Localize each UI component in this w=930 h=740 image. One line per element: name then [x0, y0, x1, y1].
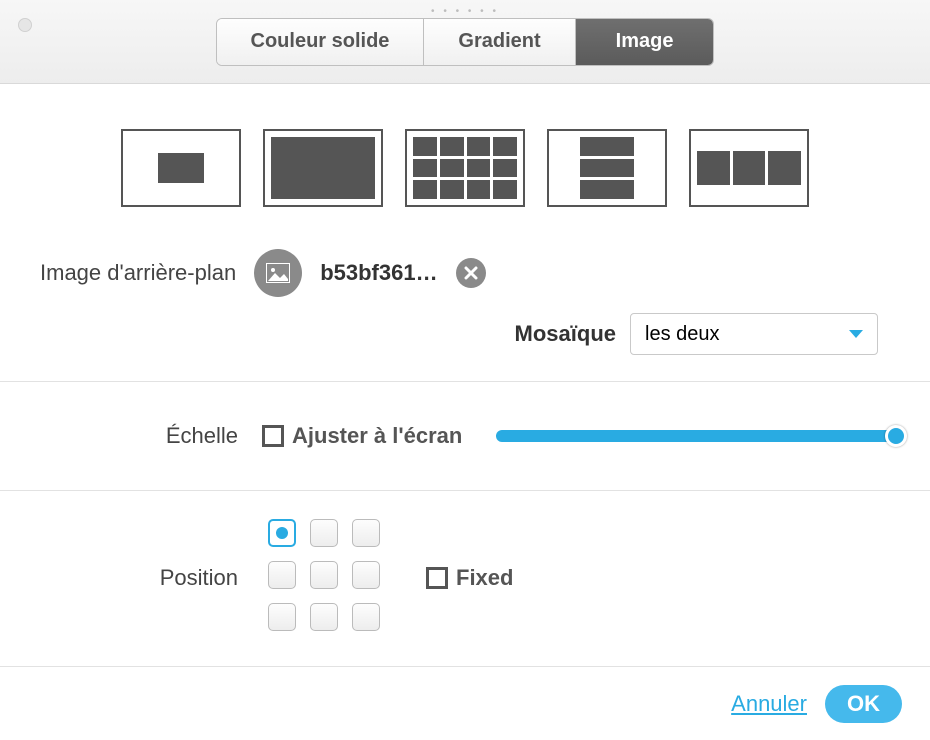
fit-screen-label: Ajuster à l'écran: [292, 423, 462, 449]
fixed-label: Fixed: [456, 565, 513, 591]
tab-image[interactable]: Image: [576, 19, 714, 65]
dialog-window: • • • • • • Couleur solide Gradient Imag…: [0, 0, 930, 740]
fit-screen-wrapper: Ajuster à l'écran: [262, 423, 462, 449]
background-image-section: Image d'arrière-plan b53bf361… Mosaïque …: [0, 237, 930, 382]
position-bottom-center[interactable]: [310, 603, 338, 631]
position-label: Position: [0, 565, 238, 591]
layout-center-button[interactable]: [121, 129, 241, 207]
position-top-right[interactable]: [352, 519, 380, 547]
background-image-label: Image d'arrière-plan: [40, 260, 236, 286]
position-bottom-left[interactable]: [268, 603, 296, 631]
position-middle-right[interactable]: [352, 561, 380, 589]
position-middle-left[interactable]: [268, 561, 296, 589]
layout-tile-horizontal-button[interactable]: [689, 129, 809, 207]
echelle-section: Échelle Ajuster à l'écran: [0, 382, 930, 491]
slider-track: [496, 430, 896, 442]
position-bottom-right[interactable]: [352, 603, 380, 631]
fixed-checkbox[interactable]: [426, 567, 448, 589]
mosaique-select[interactable]: les deux: [630, 313, 878, 355]
tab-segmented-control: Couleur solide Gradient Image: [216, 18, 715, 66]
scale-slider[interactable]: [496, 416, 896, 456]
position-top-left[interactable]: [268, 519, 296, 547]
remove-image-button[interactable]: [456, 258, 486, 288]
position-middle-center[interactable]: [310, 561, 338, 589]
mosaique-row: Mosaïque les deux: [40, 313, 890, 355]
position-section: Position Fixed: [0, 491, 930, 671]
echelle-label: Échelle: [0, 423, 238, 449]
tab-solid-color[interactable]: Couleur solide: [217, 19, 425, 65]
image-layout-options: [0, 84, 930, 237]
position-grid: [268, 519, 386, 637]
slider-thumb-icon[interactable]: [885, 425, 907, 447]
window-close-button[interactable]: [18, 18, 32, 32]
image-thumbnail-icon[interactable]: [254, 249, 302, 297]
filename-text: b53bf361…: [320, 260, 437, 286]
fixed-wrapper: Fixed: [426, 565, 513, 591]
drag-handle-icon[interactable]: • • • • • •: [431, 6, 499, 17]
tab-gradient[interactable]: Gradient: [424, 19, 575, 65]
mosaique-value: les deux: [645, 323, 720, 346]
fit-screen-checkbox[interactable]: [262, 425, 284, 447]
dialog-footer: Annuler OK: [0, 666, 930, 740]
mosaique-label: Mosaïque: [515, 321, 616, 347]
titlebar: • • • • • • Couleur solide Gradient Imag…: [0, 0, 930, 84]
layout-tile-vertical-button[interactable]: [547, 129, 667, 207]
layout-stretch-button[interactable]: [263, 129, 383, 207]
cancel-link[interactable]: Annuler: [731, 691, 807, 717]
layout-tile-grid-button[interactable]: [405, 129, 525, 207]
background-image-row: Image d'arrière-plan b53bf361…: [40, 249, 890, 297]
ok-button[interactable]: OK: [825, 685, 902, 723]
position-top-center[interactable]: [310, 519, 338, 547]
